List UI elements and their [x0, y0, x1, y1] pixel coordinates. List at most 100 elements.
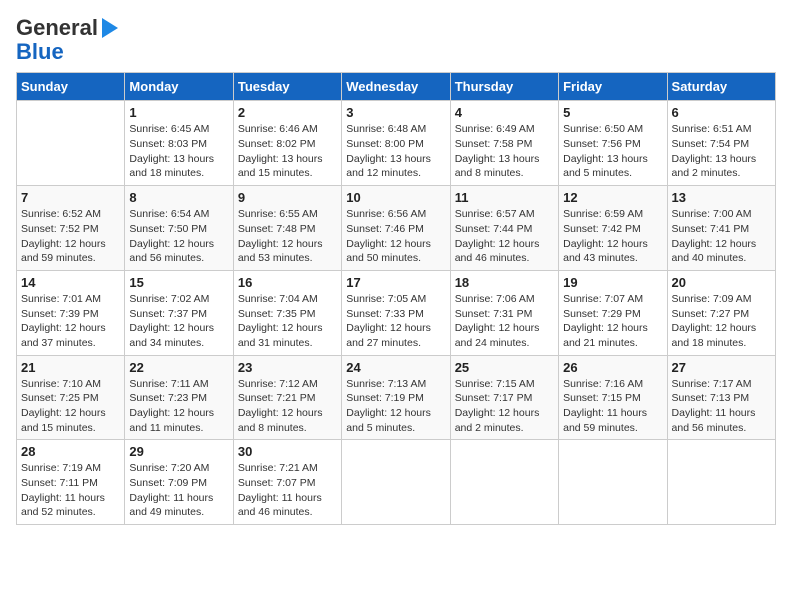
- day-info: Sunrise: 7:21 AMSunset: 7:07 PMDaylight:…: [238, 461, 337, 520]
- day-number: 29: [129, 444, 228, 459]
- calendar-cell: [450, 440, 558, 525]
- day-info: Sunrise: 7:07 AMSunset: 7:29 PMDaylight:…: [563, 292, 662, 351]
- day-number: 11: [455, 190, 554, 205]
- day-number: 26: [563, 360, 662, 375]
- day-number: 15: [129, 275, 228, 290]
- calendar-cell: 23 Sunrise: 7:12 AMSunset: 7:21 PMDayligh…: [233, 355, 341, 440]
- day-info: Sunrise: 6:57 AMSunset: 7:44 PMDaylight:…: [455, 207, 554, 266]
- calendar-cell: [667, 440, 775, 525]
- day-info: Sunrise: 7:02 AMSunset: 7:37 PMDaylight:…: [129, 292, 228, 351]
- day-number: 14: [21, 275, 120, 290]
- day-info: Sunrise: 6:48 AMSunset: 8:00 PMDaylight:…: [346, 122, 445, 181]
- day-info: Sunrise: 7:01 AMSunset: 7:39 PMDaylight:…: [21, 292, 120, 351]
- day-number: 28: [21, 444, 120, 459]
- day-info: Sunrise: 6:55 AMSunset: 7:48 PMDaylight:…: [238, 207, 337, 266]
- day-number: 3: [346, 105, 445, 120]
- day-info: Sunrise: 7:04 AMSunset: 7:35 PMDaylight:…: [238, 292, 337, 351]
- day-number: 9: [238, 190, 337, 205]
- header-day-monday: Monday: [125, 73, 233, 101]
- day-number: 7: [21, 190, 120, 205]
- calendar-cell: 6 Sunrise: 6:51 AMSunset: 7:54 PMDaylight…: [667, 101, 775, 186]
- calendar-cell: 3 Sunrise: 6:48 AMSunset: 8:00 PMDaylight…: [342, 101, 450, 186]
- calendar-cell: 20Sunrise: 7:09 AMSunset: 7:27 PMDayligh…: [667, 270, 775, 355]
- day-info: Sunrise: 7:19 AMSunset: 7:11 PMDaylight:…: [21, 461, 120, 520]
- calendar-cell: 2Sunrise: 6:46 AMSunset: 8:02 PMDaylight…: [233, 101, 341, 186]
- day-info: Sunrise: 7:16 AMSunset: 7:15 PMDaylight:…: [563, 377, 662, 436]
- day-info: Sunrise: 7:13 AMSunset: 7:19 PMDaylight:…: [346, 377, 445, 436]
- calendar-cell: 13 Sunrise: 7:00 AMSunset: 7:41 PMDayligh…: [667, 186, 775, 271]
- calendar-cell: 24 Sunrise: 7:13 AMSunset: 7:19 PMDayligh…: [342, 355, 450, 440]
- logo: General Blue: [16, 16, 118, 64]
- logo-arrow-icon: [102, 18, 118, 38]
- calendar-cell: 29 Sunrise: 7:20 AMSunset: 7:09 PMDayligh…: [125, 440, 233, 525]
- day-number: 23: [238, 360, 337, 375]
- day-info: Sunrise: 6:51 AMSunset: 7:54 PMDaylight:…: [672, 122, 771, 181]
- day-number: 30: [238, 444, 337, 459]
- day-number: 24: [346, 360, 445, 375]
- day-info: Sunrise: 7:10 AMSunset: 7:25 PMDaylight:…: [21, 377, 120, 436]
- day-number: 19: [563, 275, 662, 290]
- day-info: Sunrise: 6:45 AMSunset: 8:03 PMDaylight:…: [129, 122, 228, 181]
- calendar-cell: 9 Sunrise: 6:55 AMSunset: 7:48 PMDaylight…: [233, 186, 341, 271]
- calendar-table: SundayMondayTuesdayWednesdayThursdayFrid…: [16, 72, 776, 525]
- day-info: Sunrise: 6:46 AMSunset: 8:02 PMDaylight:…: [238, 122, 337, 181]
- header-row: SundayMondayTuesdayWednesdayThursdayFrid…: [17, 73, 776, 101]
- week-row-4: 21 Sunrise: 7:10 AMSunset: 7:25 PMDayligh…: [17, 355, 776, 440]
- day-info: Sunrise: 6:54 AMSunset: 7:50 PMDaylight:…: [129, 207, 228, 266]
- calendar-cell: 11 Sunrise: 6:57 AMSunset: 7:44 PMDayligh…: [450, 186, 558, 271]
- day-number: 8: [129, 190, 228, 205]
- day-info: Sunrise: 7:09 AMSunset: 7:27 PMDaylight:…: [672, 292, 771, 351]
- day-info: Sunrise: 7:00 AMSunset: 7:41 PMDaylight:…: [672, 207, 771, 266]
- day-number: 12: [563, 190, 662, 205]
- calendar-cell: 14 Sunrise: 7:01 AMSunset: 7:39 PMDayligh…: [17, 270, 125, 355]
- day-number: 1: [129, 105, 228, 120]
- day-number: 5: [563, 105, 662, 120]
- day-number: 6: [672, 105, 771, 120]
- calendar-cell: 12 Sunrise: 6:59 AMSunset: 7:42 PMDayligh…: [559, 186, 667, 271]
- day-number: 21: [21, 360, 120, 375]
- day-number: 10: [346, 190, 445, 205]
- calendar-cell: 19 Sunrise: 7:07 AMSunset: 7:29 PMDayligh…: [559, 270, 667, 355]
- day-number: 17: [346, 275, 445, 290]
- calendar-cell: 30 Sunrise: 7:21 AMSunset: 7:07 PMDayligh…: [233, 440, 341, 525]
- day-info: Sunrise: 7:20 AMSunset: 7:09 PMDaylight:…: [129, 461, 228, 520]
- day-number: 4: [455, 105, 554, 120]
- week-row-3: 14 Sunrise: 7:01 AMSunset: 7:39 PMDayligh…: [17, 270, 776, 355]
- header-day-sunday: Sunday: [17, 73, 125, 101]
- day-number: 22: [129, 360, 228, 375]
- calendar-cell: [559, 440, 667, 525]
- logo-text-blue: Blue: [16, 40, 64, 64]
- week-row-5: 28 Sunrise: 7:19 AMSunset: 7:11 PMDayligh…: [17, 440, 776, 525]
- page-header: General Blue: [16, 16, 776, 64]
- day-info: Sunrise: 6:52 AMSunset: 7:52 PMDaylight:…: [21, 207, 120, 266]
- calendar-cell: 15 Sunrise: 7:02 AMSunset: 7:37 PMDayligh…: [125, 270, 233, 355]
- header-day-friday: Friday: [559, 73, 667, 101]
- day-number: 25: [455, 360, 554, 375]
- day-number: 27: [672, 360, 771, 375]
- week-row-2: 7 Sunrise: 6:52 AMSunset: 7:52 PMDaylight…: [17, 186, 776, 271]
- calendar-cell: 27Sunrise: 7:17 AMSunset: 7:13 PMDayligh…: [667, 355, 775, 440]
- calendar-cell: 1 Sunrise: 6:45 AMSunset: 8:03 PMDaylight…: [125, 101, 233, 186]
- calendar-cell: 18 Sunrise: 7:06 AMSunset: 7:31 PMDayligh…: [450, 270, 558, 355]
- day-info: Sunrise: 6:50 AMSunset: 7:56 PMDaylight:…: [563, 122, 662, 181]
- calendar-cell: 10Sunrise: 6:56 AMSunset: 7:46 PMDayligh…: [342, 186, 450, 271]
- calendar-cell: 8 Sunrise: 6:54 AMSunset: 7:50 PMDaylight…: [125, 186, 233, 271]
- day-info: Sunrise: 7:11 AMSunset: 7:23 PMDaylight:…: [129, 377, 228, 436]
- header-day-wednesday: Wednesday: [342, 73, 450, 101]
- day-info: Sunrise: 7:05 AMSunset: 7:33 PMDaylight:…: [346, 292, 445, 351]
- calendar-cell: 22 Sunrise: 7:11 AMSunset: 7:23 PMDayligh…: [125, 355, 233, 440]
- calendar-cell: [342, 440, 450, 525]
- day-info: Sunrise: 7:12 AMSunset: 7:21 PMDaylight:…: [238, 377, 337, 436]
- calendar-cell: 28 Sunrise: 7:19 AMSunset: 7:11 PMDayligh…: [17, 440, 125, 525]
- header-day-tuesday: Tuesday: [233, 73, 341, 101]
- calendar-cell: [17, 101, 125, 186]
- day-info: Sunrise: 7:06 AMSunset: 7:31 PMDaylight:…: [455, 292, 554, 351]
- header-day-thursday: Thursday: [450, 73, 558, 101]
- calendar-body: 1 Sunrise: 6:45 AMSunset: 8:03 PMDaylight…: [17, 101, 776, 525]
- day-number: 18: [455, 275, 554, 290]
- day-info: Sunrise: 6:59 AMSunset: 7:42 PMDaylight:…: [563, 207, 662, 266]
- day-info: Sunrise: 7:15 AMSunset: 7:17 PMDaylight:…: [455, 377, 554, 436]
- calendar-header: SundayMondayTuesdayWednesdayThursdayFrid…: [17, 73, 776, 101]
- day-number: 13: [672, 190, 771, 205]
- calendar-cell: 17 Sunrise: 7:05 AMSunset: 7:33 PMDayligh…: [342, 270, 450, 355]
